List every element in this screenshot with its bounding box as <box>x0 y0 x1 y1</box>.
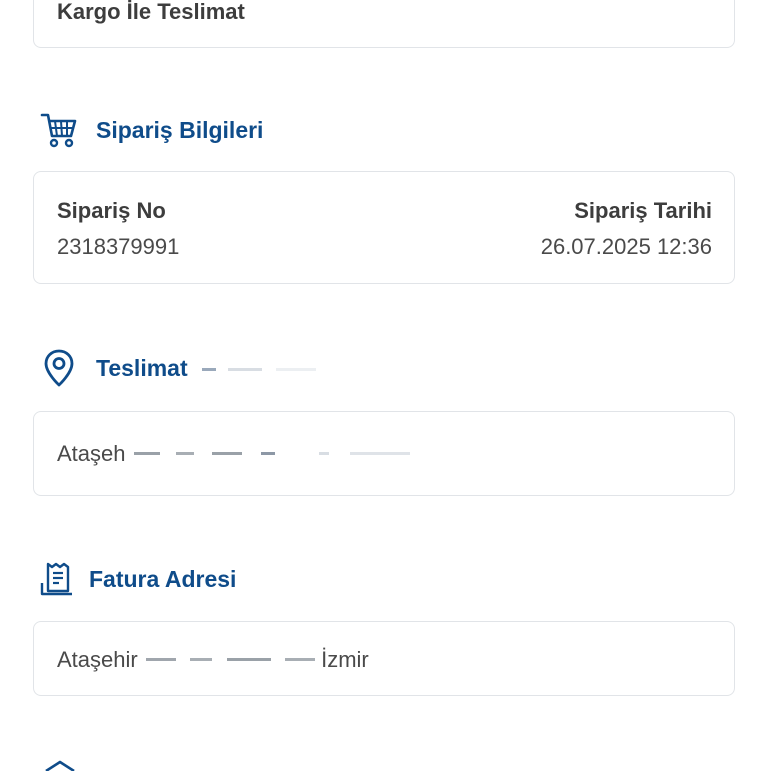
delivery-address-value: Ataşeh <box>57 441 126 466</box>
delivery-address-title: Teslimat <box>96 354 188 381</box>
order-date-label: Sipariş Tarihi <box>574 198 712 223</box>
order-info-title: Sipariş Bilgileri <box>96 116 264 143</box>
shield-icon <box>44 758 76 775</box>
billing-address-title: Fatura Adresi <box>89 565 237 592</box>
order-info-card: Sipariş No 2318379991 Sipariş Tarihi 26.… <box>33 171 735 284</box>
billing-address-row: Ataşehir İzmir <box>57 647 369 673</box>
next-section-header <box>44 758 76 776</box>
billing-address-suffix: İzmir <box>321 647 369 672</box>
order-info-header: Sipariş Bilgileri <box>40 112 263 148</box>
delivery-address-card: Ataşeh <box>33 411 735 496</box>
order-no-value: 2318379991 <box>57 234 180 259</box>
billing-address-value: Ataşehir <box>57 647 138 672</box>
redacted-text <box>201 355 317 382</box>
receipt-icon <box>40 561 74 597</box>
billing-address-header: Fatura Adresi <box>40 561 236 597</box>
redacted-text <box>145 651 316 669</box>
delivery-method-card: Kargo İle Teslimat <box>33 0 735 48</box>
delivery-address-header: Teslimat <box>44 349 317 387</box>
redacted-text <box>133 445 410 463</box>
location-pin-icon <box>44 349 74 387</box>
billing-address-card: Ataşehir İzmir <box>33 621 735 696</box>
delivery-method-value: Kargo İle Teslimat <box>57 0 245 24</box>
order-date-value: 26.07.2025 12:36 <box>540 234 712 259</box>
delivery-address-row: Ataşeh <box>57 441 410 467</box>
cart-icon <box>40 112 78 148</box>
order-no-label: Sipariş No <box>57 198 166 223</box>
